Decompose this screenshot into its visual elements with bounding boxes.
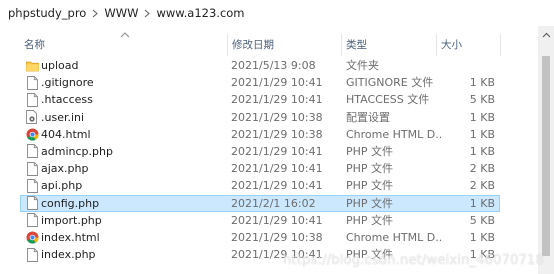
file-size: 1 KB [469,196,495,210]
file-type: PHP 文件 [346,196,394,210]
breadcrumb-item-phpstudy-pro[interactable]: phpstudy_pro [6,6,88,20]
file-date: 2021/5/13 9:08 [231,59,316,72]
column-header-type[interactable]: 类型 [342,30,437,58]
chrome-icon [24,126,40,143]
file-size [440,57,495,74]
column-header-row: 名称 修改日期 类型 大小 [0,30,554,58]
file-date: 2021/1/29 10:41 [231,162,323,176]
table-row[interactable]: api.php 2021/1/29 10:41 PHP 文件 2 KB [20,177,500,194]
table-row[interactable]: .user.ini 2021/1/29 10:38 配置设置 1 KB [20,109,500,126]
file-type: Chrome HTML D... [346,127,441,141]
file-name: .htaccess [41,93,93,107]
folder-icon [24,57,40,74]
file-date: 2021/1/29 10:41 [231,93,323,107]
file-name: import.php [41,213,102,227]
file-name: index.php [41,248,96,262]
table-row[interactable]: index.html 2021/1/29 10:38 Chrome HTML D… [20,229,500,246]
chevron-right-icon[interactable] [140,0,154,26]
file-icon [24,160,40,177]
file-icon [24,74,40,91]
chrome-icon [24,229,40,246]
file-name: config.php [41,196,100,210]
file-icon [24,195,40,212]
scroll-up-arrow-icon[interactable] [538,26,554,43]
breadcrumb-item-site[interactable]: www.a123.com [154,6,246,20]
file-icon [24,177,40,194]
table-row[interactable]: ajax.php 2021/1/29 10:41 PHP 文件 2 KB [20,160,500,177]
file-name: upload [41,59,79,72]
file-size: 5 KB [469,213,495,227]
table-row[interactable]: .gitignore 2021/1/29 10:41 GITIGNORE 文件 … [20,74,500,91]
file-name: .gitignore [41,76,94,90]
vertical-scrollbar[interactable] [538,26,554,274]
file-size: 2 KB [469,162,495,176]
file-size: 1 KB [469,127,495,141]
settings-file-icon [24,109,40,126]
file-size: 1 KB [469,110,495,124]
file-type: 配置设置 [346,110,390,124]
file-date: 2021/1/29 10:38 [231,230,323,244]
table-row[interactable]: admincp.php 2021/1/29 10:41 PHP 文件 1 KB [20,143,500,160]
table-row-selected[interactable]: config.php 2021/2/1 16:02 PHP 文件 1 KB [20,194,500,212]
file-name: 404.html [41,127,91,141]
file-type: Chrome HTML D... [346,230,441,244]
file-name: .user.ini [41,110,85,124]
file-type: PHP 文件 [346,162,394,176]
table-row[interactable]: 404.html 2021/1/29 10:38 Chrome HTML D..… [20,126,500,143]
file-type: HTACCESS 文件 [346,93,430,107]
file-name: admincp.php [41,144,113,158]
file-date: 2021/1/29 10:41 [231,213,323,227]
file-type: PHP 文件 [346,213,394,227]
file-icon [24,246,40,263]
table-row[interactable]: upload 2021/5/13 9:08 文件夹 [20,57,500,74]
file-name: api.php [41,179,83,193]
file-date: 2021/1/29 10:41 [231,76,323,90]
file-date: 2021/1/29 10:38 [231,127,323,141]
column-header-name[interactable]: 名称 [20,30,228,58]
file-icon [24,91,40,108]
file-icon [24,143,40,160]
file-date: 2021/1/29 10:41 [231,144,323,158]
file-size: 2 KB [469,179,495,193]
column-header-date[interactable]: 修改日期 [228,30,342,58]
file-icon [24,212,40,229]
file-type: 文件夹 [346,59,379,72]
file-type: PHP 文件 [346,144,394,158]
file-date: 2021/2/1 16:02 [231,196,316,210]
file-size: 1 KB [469,230,495,244]
file-name: ajax.php [41,162,89,176]
watermark: https://blog.csdn.net/weixin_46070718 [283,253,544,268]
file-date: 2021/1/29 10:38 [231,110,323,124]
table-row[interactable]: .htaccess 2021/1/29 10:41 HTACCESS 文件 5 … [20,91,500,108]
breadcrumb-item-www[interactable]: WWW [102,6,140,20]
table-row[interactable]: import.php 2021/1/29 10:41 PHP 文件 5 KB [20,212,500,229]
file-size: 1 KB [469,76,495,90]
column-divider[interactable] [500,34,501,56]
file-size: 5 KB [469,93,495,107]
file-type: PHP 文件 [346,179,394,193]
chevron-right-icon[interactable] [88,0,102,26]
file-size: 1 KB [469,144,495,158]
file-type: GITIGNORE 文件 [346,76,434,90]
column-header-size[interactable]: 大小 [437,30,501,58]
file-list: upload 2021/5/13 9:08 文件夹 .gitignore 202… [20,57,500,263]
scrollbar-thumb[interactable] [542,56,550,256]
breadcrumb: phpstudy_pro WWW www.a123.com [0,0,554,26]
file-date: 2021/1/29 10:41 [231,179,323,193]
file-name: index.html [41,230,100,244]
